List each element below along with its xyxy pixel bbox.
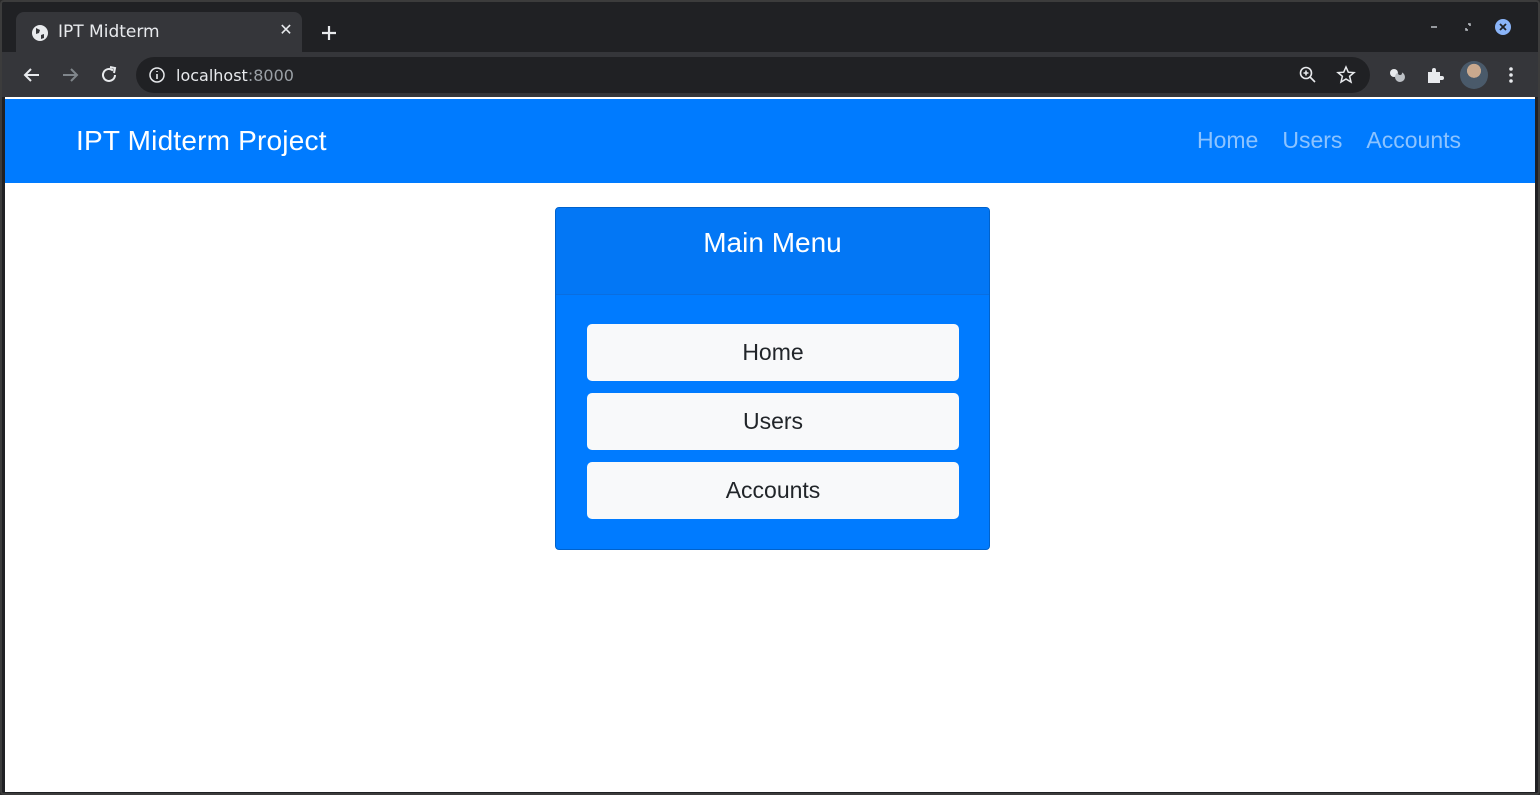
navbar: IPT Midterm Project Home Users Accounts [5,99,1535,183]
users-button[interactable]: Users [587,393,959,450]
address-bar[interactable]: localhost:8000 [136,57,1370,93]
forward-arrow-icon[interactable] [59,64,81,86]
main-menu-card: Main Menu Home Users Accounts [555,207,990,550]
extension-icon[interactable] [1386,64,1408,86]
tab-strip: IPT Midterm ✕ [2,2,1538,52]
kebab-menu-icon[interactable] [1500,64,1522,86]
nav-links: Home Users Accounts [1197,127,1461,154]
minimize-icon[interactable] [1426,18,1444,36]
url-text[interactable]: localhost:8000 [176,66,294,85]
card-title: Main Menu [703,227,842,258]
maximize-icon[interactable] [1460,18,1478,36]
page-viewport: IPT Midterm Project Home Users Accounts … [5,97,1535,792]
browser-tab[interactable]: IPT Midterm ✕ [16,12,302,52]
back-arrow-icon[interactable] [21,64,43,86]
browser-toolbar: localhost:8000 [2,52,1538,97]
close-icon[interactable]: ✕ [276,21,296,41]
window-controls [1418,14,1538,42]
accounts-button[interactable]: Accounts [587,462,959,519]
nav-link-users[interactable]: Users [1282,127,1342,154]
tab-title: IPT Midterm [58,22,160,42]
navbar-brand[interactable]: IPT Midterm Project [76,125,327,157]
home-button[interactable]: Home [587,324,959,381]
window-close-icon[interactable] [1494,18,1512,36]
reload-icon[interactable] [98,64,120,86]
nav-link-home[interactable]: Home [1197,127,1258,154]
globe-icon [32,25,48,41]
url-host: localhost [176,66,248,85]
info-icon[interactable] [148,66,166,84]
puzzle-icon[interactable] [1424,64,1446,86]
zoom-icon[interactable] [1298,65,1318,85]
avatar[interactable] [1460,61,1488,89]
nav-link-accounts[interactable]: Accounts [1366,127,1461,154]
browser-window: IPT Midterm ✕ localhost:8000 IPT Midterm… [0,0,1540,795]
star-icon[interactable] [1336,65,1356,85]
url-port: :8000 [247,66,294,85]
card-header: Main Menu [556,208,989,295]
plus-icon[interactable] [316,20,342,46]
